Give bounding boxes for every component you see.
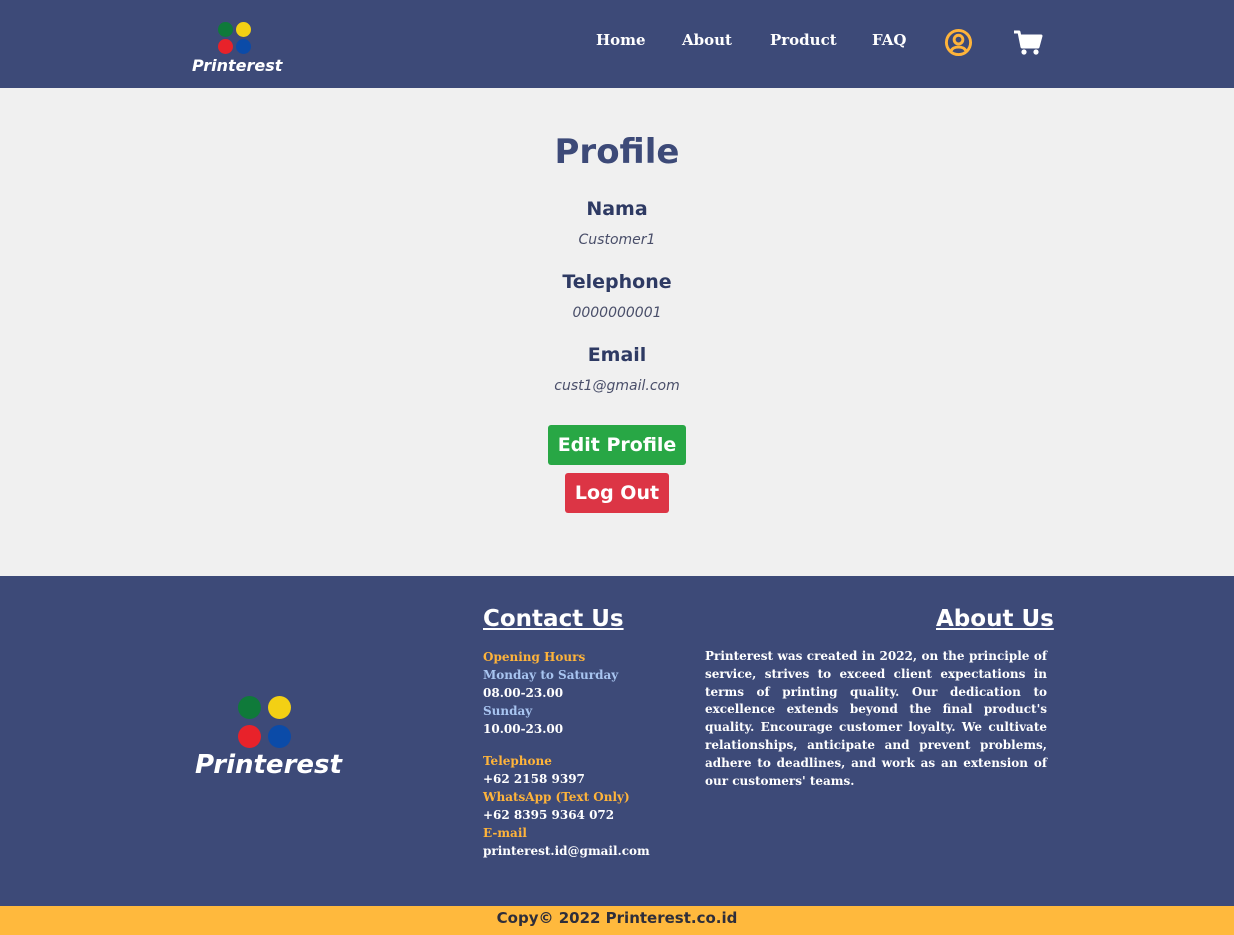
- weekday-hours: 08.00-23.00: [483, 686, 564, 700]
- footer-brand-name: Printerest: [195, 750, 342, 780]
- contact-info: Opening Hours Monday to Saturday 08.00-2…: [483, 648, 683, 860]
- email-label: Email: [587, 344, 647, 366]
- opening-hours-label: Opening Hours: [483, 650, 586, 664]
- cart-icon[interactable]: [1013, 30, 1043, 56]
- phone-value: 0000000001: [572, 305, 662, 321]
- footer: Printerest Contact Us Opening Hours Mond…: [0, 576, 1234, 906]
- phone-label: Telephone: [562, 271, 672, 293]
- page-title: Profile: [554, 132, 680, 172]
- email-label: E-mail: [483, 826, 527, 840]
- logo-dots-icon: [218, 22, 254, 56]
- whatsapp-value: +62 8395 9364 072: [483, 808, 615, 822]
- nav-faq[interactable]: FAQ: [872, 31, 906, 49]
- nav-home[interactable]: Home: [596, 31, 646, 49]
- nav-product[interactable]: Product: [770, 31, 837, 49]
- sunday-label: Sunday: [483, 704, 533, 718]
- user-circle-icon[interactable]: [944, 28, 973, 57]
- footer-logo: Printerest: [193, 696, 342, 786]
- brand-name: Printerest: [192, 56, 283, 75]
- about-text: Printerest was created in 2022, on the p…: [705, 649, 1047, 788]
- email-value: cust1@gmail.com: [554, 378, 680, 394]
- navbar: Printerest Home About Product FAQ: [0, 0, 1234, 88]
- whatsapp-label: WhatsApp (Text Only): [483, 790, 630, 804]
- copyright-bar: Copy© 2022 Printerest.co.id: [0, 906, 1234, 935]
- brand-logo[interactable]: Printerest: [192, 20, 282, 76]
- email-value: printerest.id@gmail.com: [483, 844, 650, 858]
- nav-about[interactable]: About: [682, 31, 732, 49]
- contact-heading: Contact Us: [483, 606, 624, 632]
- telephone-label: Telephone: [483, 754, 552, 768]
- about-heading: About Us: [936, 606, 1054, 632]
- telephone-value: +62 2158 9397: [483, 772, 585, 786]
- sunday-hours: 10.00-23.00: [483, 722, 564, 736]
- logout-button[interactable]: Log Out: [565, 473, 669, 513]
- edit-profile-button[interactable]: Edit Profile: [548, 425, 686, 465]
- weekday-label: Monday to Saturday: [483, 668, 619, 682]
- name-value: Customer1: [578, 232, 656, 248]
- name-label: Nama: [586, 198, 648, 220]
